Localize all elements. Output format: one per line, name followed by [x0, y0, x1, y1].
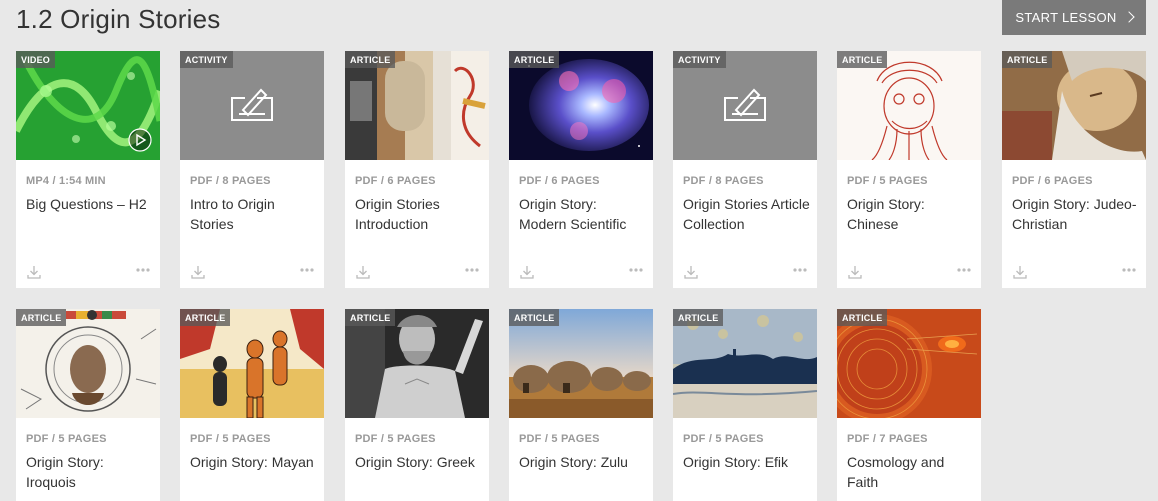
resource-card-modern-scientific[interactable]: ARTICLE PDF / 6 PAGES Origin Story: Mode… — [509, 51, 653, 288]
resource-card-article-collection[interactable]: ACTIVITY PDF / 8 PAGES Origin Stories Ar… — [673, 51, 817, 288]
article-thumbnail[interactable]: ARTICLE — [180, 309, 324, 418]
more-options-icon[interactable] — [792, 265, 808, 275]
file-meta: PDF / 6 PAGES — [1012, 175, 1093, 187]
type-badge: ARTICLE — [16, 309, 67, 326]
card-title[interactable]: Origin Stories Article Collection — [683, 194, 811, 234]
download-icon[interactable] — [519, 264, 535, 280]
resource-card-iroquois[interactable]: ARTICLE PDF / 5 PAGES Origin Story: Iroq… — [16, 309, 160, 501]
card-title[interactable]: Origin Story: Judeo-Christian — [1012, 194, 1140, 234]
type-badge: ARTICLE — [509, 51, 560, 68]
type-badge: ARTICLE — [345, 309, 396, 326]
card-title[interactable]: Big Questions – H2 — [26, 194, 154, 214]
file-meta: PDF / 5 PAGES — [355, 433, 436, 445]
activity-thumbnail[interactable]: ACTIVITY — [673, 51, 817, 160]
resource-card-origin-stories-introduction[interactable]: ARTICLE PDF / 6 PAGES Origin Stories Int… — [345, 51, 489, 288]
resource-card-cosmology-faith[interactable]: ARTICLE PDF / 7 PAGES Cosmology and Fait… — [837, 309, 981, 501]
resource-card-judeo-christian[interactable]: ARTICLE PDF / 6 PAGES Origin Story: Jude… — [1002, 51, 1146, 288]
article-thumbnail[interactable]: ARTICLE — [345, 309, 489, 418]
file-meta: PDF / 5 PAGES — [847, 175, 928, 187]
file-meta: PDF / 5 PAGES — [683, 433, 764, 445]
type-badge: ARTICLE — [509, 309, 560, 326]
download-icon[interactable] — [355, 264, 371, 280]
video-thumbnail[interactable]: VIDEO — [16, 51, 160, 160]
type-badge: ARTICLE — [837, 309, 888, 326]
card-title[interactable]: Origin Story: Iroquois — [26, 452, 154, 492]
article-thumbnail[interactable]: ARTICLE — [673, 309, 817, 418]
type-badge: ARTICLE — [180, 309, 231, 326]
file-meta: PDF / 5 PAGES — [519, 433, 600, 445]
play-icon[interactable] — [128, 128, 152, 152]
type-badge: ARTICLE — [345, 51, 396, 68]
card-title[interactable]: Origin Story: Zulu — [519, 452, 647, 472]
page-title: 1.2 Origin Stories — [16, 4, 221, 34]
card-title[interactable]: Origin Story: Chinese — [847, 194, 975, 234]
start-lesson-button[interactable]: START LESSON — [1002, 0, 1146, 35]
type-badge: ACTIVITY — [673, 51, 726, 68]
file-meta: PDF / 5 PAGES — [190, 433, 271, 445]
file-meta: PDF / 8 PAGES — [190, 175, 271, 187]
download-icon[interactable] — [26, 264, 42, 280]
start-lesson-label: START LESSON — [1015, 10, 1117, 25]
download-icon[interactable] — [190, 264, 206, 280]
pencil-form-icon — [724, 88, 766, 121]
card-title[interactable]: Origin Stories Introduction — [355, 194, 483, 234]
article-thumbnail[interactable]: ARTICLE — [16, 309, 160, 418]
card-title[interactable]: Intro to Origin Stories — [190, 194, 318, 234]
card-title[interactable]: Cosmology and Faith — [847, 452, 975, 492]
chevron-right-icon — [1122, 11, 1135, 23]
file-meta: PDF / 8 PAGES — [683, 175, 764, 187]
file-meta: PDF / 6 PAGES — [355, 175, 436, 187]
file-meta: MP4 / 1:54 MIN — [26, 175, 106, 187]
article-thumbnail[interactable]: ARTICLE — [509, 309, 653, 418]
card-title[interactable]: Origin Story: Greek — [355, 452, 483, 472]
card-title[interactable]: Origin Story: Modern Scientific — [519, 194, 647, 234]
pencil-form-icon — [231, 88, 273, 121]
activity-thumbnail[interactable]: ACTIVITY — [180, 51, 324, 160]
type-badge: ARTICLE — [837, 51, 888, 68]
resource-card-efik[interactable]: ARTICLE PDF / 5 PAGES Origin Story: Efik — [673, 309, 817, 501]
type-badge: ARTICLE — [673, 309, 724, 326]
article-thumbnail[interactable]: ARTICLE — [345, 51, 489, 160]
more-options-icon[interactable] — [628, 265, 644, 275]
article-thumbnail[interactable]: ARTICLE — [837, 309, 981, 418]
file-meta: PDF / 7 PAGES — [847, 433, 928, 445]
file-meta: PDF / 5 PAGES — [26, 433, 107, 445]
type-badge: VIDEO — [16, 51, 56, 68]
download-icon[interactable] — [1012, 264, 1028, 280]
more-options-icon[interactable] — [135, 265, 151, 275]
resource-card-zulu[interactable]: ARTICLE PDF / 5 PAGES Origin Story: Zulu — [509, 309, 653, 501]
download-icon[interactable] — [683, 264, 699, 280]
more-options-icon[interactable] — [956, 265, 972, 275]
article-thumbnail[interactable]: ARTICLE — [837, 51, 981, 160]
article-thumbnail[interactable]: ARTICLE — [1002, 51, 1146, 160]
download-icon[interactable] — [847, 264, 863, 280]
type-badge: ARTICLE — [1002, 51, 1053, 68]
more-options-icon[interactable] — [1121, 265, 1137, 275]
article-thumbnail[interactable]: ARTICLE — [509, 51, 653, 160]
file-meta: PDF / 6 PAGES — [519, 175, 600, 187]
more-options-icon[interactable] — [464, 265, 480, 275]
card-title[interactable]: Origin Story: Mayan — [190, 452, 318, 472]
resource-card-chinese[interactable]: ARTICLE PDF / 5 PAGES Origin Story: Chin… — [837, 51, 981, 288]
resource-card-big-questions[interactable]: VIDEO MP4 / 1:54 MIN Big Questions – H2 — [16, 51, 160, 288]
resource-card-greek[interactable]: ARTICLE PDF / 5 PAGES Origin Story: Gree… — [345, 309, 489, 501]
card-title[interactable]: Origin Story: Efik — [683, 452, 811, 472]
resource-card-mayan[interactable]: ARTICLE PDF / 5 PAGES Origin Story: Maya… — [180, 309, 324, 501]
resource-card-intro-origin-stories[interactable]: ACTIVITY PDF / 8 PAGES Intro to Origin S… — [180, 51, 324, 288]
type-badge: ACTIVITY — [180, 51, 233, 68]
more-options-icon[interactable] — [299, 265, 315, 275]
